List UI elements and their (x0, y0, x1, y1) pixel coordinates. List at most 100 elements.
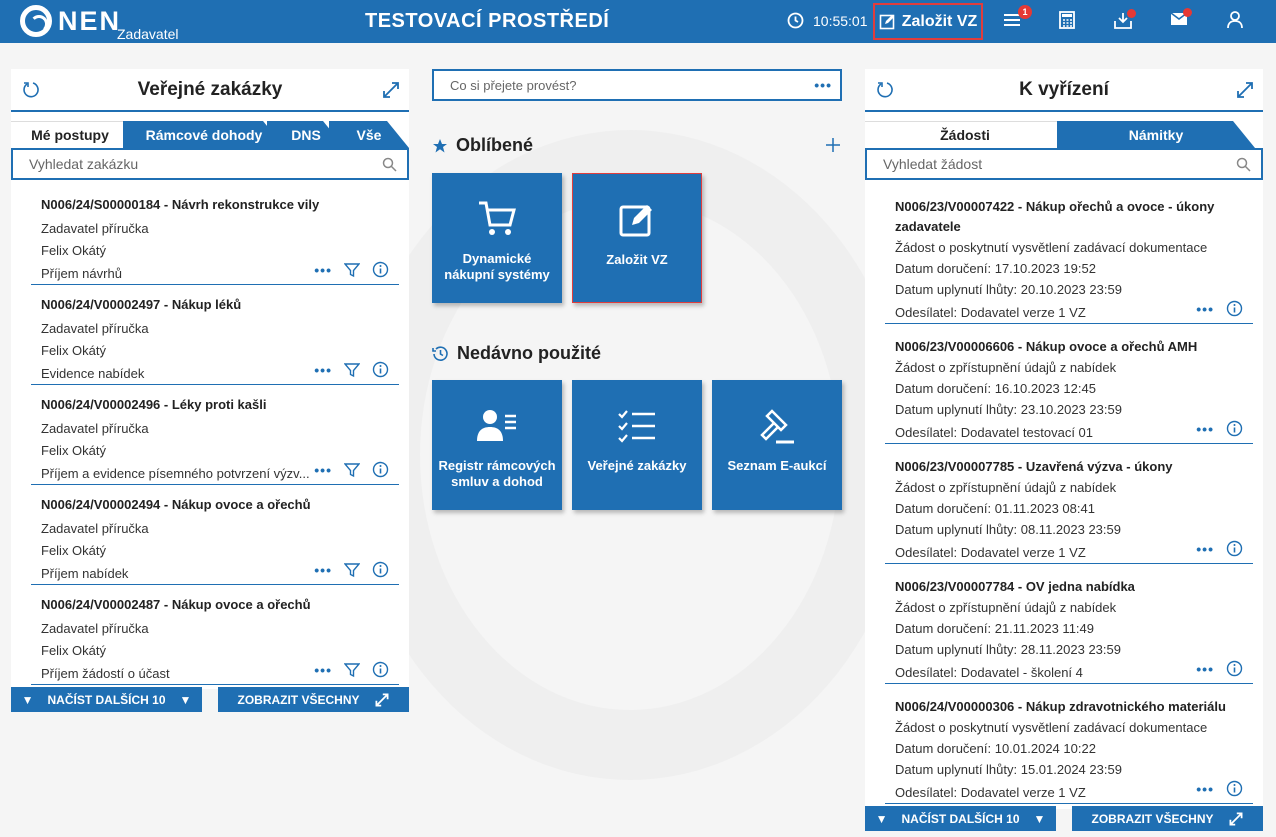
more-options-icon[interactable]: ••• (314, 562, 332, 578)
request-list-item[interactable]: N006/24/V00000306 - Nákup zdravotnického… (885, 691, 1253, 804)
more-options-icon[interactable]: ••• (814, 77, 832, 93)
tender-title[interactable]: N006/24/V00002494 - Nákup ovoce a ořechů (41, 497, 399, 512)
show-all-requests-button[interactable]: ZOBRAZIT VŠECHNY (1072, 806, 1263, 831)
session-clock: 10:55:01 (787, 12, 868, 29)
request-title[interactable]: N006/24/V00000306 - Nákup zdravotnického… (895, 697, 1235, 717)
filter-icon[interactable] (344, 362, 360, 378)
messages-button[interactable] (1170, 8, 1192, 31)
tender-title[interactable]: N006/24/V00002487 - Nákup ovoce a ořechů (41, 597, 399, 612)
tender-search-input[interactable]: Vyhledat zakázku (11, 148, 409, 180)
info-icon[interactable] (372, 461, 389, 478)
filter-icon[interactable] (344, 262, 360, 278)
filter-icon[interactable] (344, 562, 360, 578)
environment-title: TESTOVACÍ PROSTŘEDÍ (365, 10, 610, 32)
tender-list-item[interactable]: N006/24/V00002487 - Nákup ovoce a ořechů… (31, 594, 399, 685)
messages-alert-dot (1183, 8, 1192, 17)
info-icon[interactable] (372, 361, 389, 378)
refresh-icon[interactable] (21, 80, 41, 100)
top-bar: NEN Zadavatel TESTOVACÍ PROSTŘEDÍ 10:55:… (0, 0, 1276, 43)
info-icon[interactable] (1226, 300, 1243, 317)
expand-icon[interactable] (1235, 80, 1255, 100)
info-icon[interactable] (372, 561, 389, 578)
tile-framework-register[interactable]: Registr rámcových smluv a dohod (432, 380, 562, 510)
info-icon[interactable] (1226, 660, 1243, 677)
nen-logo[interactable]: NEN (20, 5, 121, 37)
more-options-icon[interactable]: ••• (1196, 781, 1214, 797)
load-more-label: NAČÍST DALŠÍCH 10 (47, 692, 166, 707)
info-icon[interactable] (372, 261, 389, 278)
request-delivered-date: Datum doručení: 17.10.2023 19:52 (895, 261, 1096, 276)
refresh-icon[interactable] (875, 80, 895, 100)
show-all-tenders-button[interactable]: ZOBRAZIT VŠECHNY (218, 687, 409, 712)
gavel-icon (760, 409, 794, 444)
tile-e-auctions[interactable]: Seznam E-aukcí (712, 380, 842, 510)
add-favorite-icon[interactable] (825, 137, 841, 153)
request-list-item[interactable]: N006/23/V00007785 - Uzavřená výzva - úko… (885, 451, 1253, 564)
cart-icon (479, 201, 516, 235)
tab-all[interactable]: Vše (329, 121, 409, 148)
calculator-button[interactable] (1059, 11, 1075, 34)
more-options-icon[interactable]: ••• (314, 362, 332, 378)
more-options-icon[interactable]: ••• (314, 462, 332, 478)
request-tabs: Žádosti Námitky (865, 121, 1263, 148)
public-tenders-panel: Veřejné zakázky Mé postupy Rámcové dohod… (11, 69, 409, 689)
info-icon[interactable] (372, 661, 389, 678)
tender-list-item[interactable]: N006/24/V00002497 - Nákup léků Zadavatel … (31, 294, 399, 385)
tender-contact: Felix Okátý (41, 343, 107, 358)
info-icon[interactable] (1226, 540, 1243, 557)
request-type: Žádost o poskytnutí vysvětlení zadávací … (895, 720, 1208, 735)
tab-objections[interactable]: Námitky (1057, 121, 1255, 148)
request-list-item[interactable]: N006/23/V00007784 - OV jedna nabídka Žádo… (885, 571, 1253, 684)
tender-list-item[interactable]: N006/24/S00000184 - Návrh rekonstrukce v… (31, 194, 399, 285)
tender-authority: Zadavatel příručka (41, 521, 149, 536)
load-more-requests-button[interactable]: ▼ NAČÍST DALŠÍCH 10 ▼ (865, 806, 1056, 831)
tab-requests[interactable]: Žádosti (865, 121, 1065, 148)
search-icon[interactable] (1236, 157, 1251, 172)
more-options-icon[interactable]: ••• (1196, 661, 1214, 677)
search-icon[interactable] (382, 157, 397, 172)
more-options-icon[interactable]: ••• (1196, 421, 1214, 437)
request-type: Žádost o zpřístupnění údajů z nabídek (895, 600, 1117, 615)
inbox-button[interactable] (1114, 9, 1136, 34)
create-tender-button[interactable]: Založit VZ (873, 3, 983, 40)
request-title[interactable]: N006/23/V00007785 - Uzavřená výzva - úko… (895, 457, 1235, 477)
tab-framework-agreements[interactable]: Rámcové dohody (123, 121, 285, 148)
request-title[interactable]: N006/23/V00007422 - Nákup ořechů a ovoce… (895, 197, 1235, 237)
tile-public-tenders[interactable]: Veřejné zakázky (572, 380, 702, 510)
request-delivered-date: Datum doručení: 10.01.2024 10:22 (895, 741, 1096, 756)
request-title[interactable]: N006/23/V00007784 - OV jedna nabídka (895, 577, 1235, 597)
tender-title[interactable]: N006/24/S00000184 - Návrh rekonstrukce v… (41, 197, 399, 212)
more-options-icon[interactable]: ••• (1196, 541, 1214, 557)
filter-icon[interactable] (344, 662, 360, 678)
action-search-input[interactable]: Co si přejete provést? ••• (432, 69, 842, 101)
load-more-tenders-button[interactable]: ▼ NAČÍST DALŠÍCH 10 ▼ (11, 687, 202, 712)
tender-list-item[interactable]: N006/24/V00002494 - Nákup ovoce a ořechů… (31, 494, 399, 585)
tile-create-tender[interactable]: Založit VZ (572, 173, 702, 303)
menu-button[interactable]: 1 (1003, 5, 1032, 34)
info-icon[interactable] (1226, 780, 1243, 797)
request-search-input[interactable]: Vyhledat žádost (865, 148, 1263, 180)
tender-title[interactable]: N006/24/V00002496 - Léky proti kašli (41, 397, 399, 412)
request-title[interactable]: N006/23/V00006606 - Nákup ovoce a ořechů… (895, 337, 1235, 357)
more-options-icon[interactable]: ••• (314, 262, 332, 278)
request-list-item[interactable]: N006/23/V00007422 - Nákup ořechů a ovoce… (885, 191, 1253, 324)
tile-label: Registr rámcových smluv a dohod (438, 458, 556, 489)
tender-contact: Felix Okátý (41, 543, 107, 558)
request-type: Žádost o zpřístupnění údajů z nabídek (895, 480, 1117, 495)
tender-title[interactable]: N006/24/V00002497 - Nákup léků (41, 297, 399, 312)
request-deadline: Datum uplynutí lhůty: 28.11.2023 23:59 (895, 642, 1121, 657)
triangle-down-icon: ▼ (179, 692, 192, 707)
expand-icon[interactable] (381, 80, 401, 100)
more-options-icon[interactable]: ••• (314, 662, 332, 678)
more-options-icon[interactable]: ••• (1196, 301, 1214, 317)
filter-icon[interactable] (344, 462, 360, 478)
tile-dynamic-purchasing-systems[interactable]: Dynamické nákupní systémy (432, 173, 562, 303)
request-deadline: Datum uplynutí lhůty: 23.10.2023 23:59 (895, 402, 1122, 417)
info-icon[interactable] (1226, 420, 1243, 437)
search-placeholder: Vyhledat žádost (883, 156, 983, 172)
tab-my-procedures[interactable]: Mé postupy (11, 121, 129, 148)
user-profile-button[interactable] (1227, 11, 1243, 34)
request-deadline: Datum uplynutí lhůty: 08.11.2023 23:59 (895, 522, 1121, 537)
request-list-item[interactable]: N006/23/V00006606 - Nákup ovoce a ořechů… (885, 331, 1253, 444)
tender-list-item[interactable]: N006/24/V00002496 - Léky proti kašli Zada… (31, 394, 399, 485)
